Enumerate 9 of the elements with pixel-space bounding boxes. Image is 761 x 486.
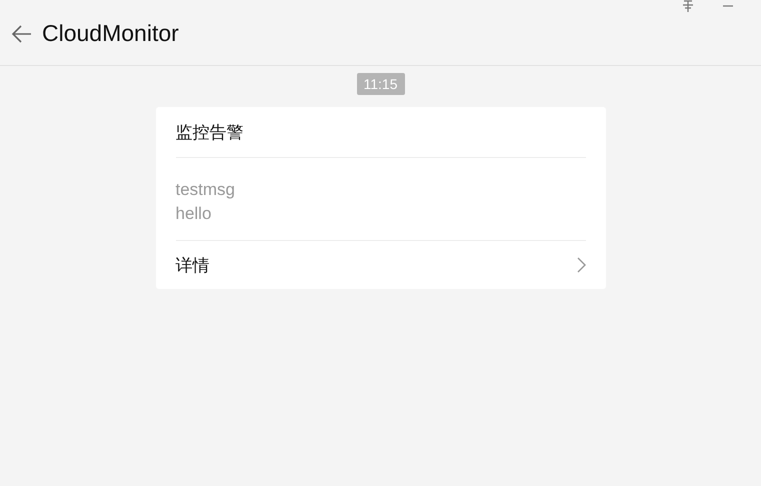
details-link[interactable]: 详情	[176, 241, 586, 289]
message-text: testmsg	[176, 179, 236, 201]
window-title: CloudMonitor	[42, 20, 179, 47]
back-arrow-icon[interactable]	[11, 24, 32, 42]
card-title: 监控告警	[176, 107, 586, 158]
pin-icon[interactable]	[681, 0, 695, 12]
message-text: hello	[176, 203, 212, 225]
chevron-right-icon	[576, 257, 586, 273]
timestamp: 11:15	[356, 73, 404, 95]
